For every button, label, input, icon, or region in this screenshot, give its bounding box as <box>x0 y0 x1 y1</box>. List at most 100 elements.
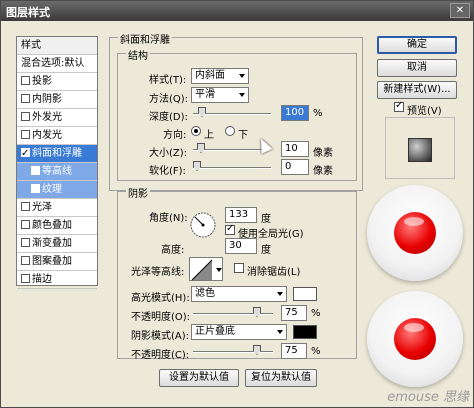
direction-up-radio[interactable] <box>191 126 201 136</box>
chevron-down-icon <box>239 74 245 78</box>
style-list-checkbox[interactable] <box>31 184 40 193</box>
style-list-checkbox[interactable] <box>21 238 30 247</box>
soften-unit: 像素 <box>313 166 333 177</box>
angle-unit: 度 <box>261 214 271 225</box>
layer-style-dialog: 图层样式 ✕ 样式 混合选项:默认投影内阴影外发光内发光斜面和浮雕等高线纹理光泽… <box>0 0 474 408</box>
shadow-color-swatch[interactable] <box>293 325 317 339</box>
style-list-item-label: 纹理 <box>42 184 62 195</box>
record-button-image-1 <box>367 185 463 281</box>
highlight-mode-label: 高光模式(H): <box>131 293 190 304</box>
style-list-item[interactable]: 颜色叠加 <box>17 217 97 235</box>
highlight-opacity-input[interactable]: 75 <box>281 305 307 321</box>
size-unit: 像素 <box>313 148 333 159</box>
style-list-item[interactable]: 图案叠加 <box>17 253 97 271</box>
style-list-checkbox[interactable] <box>21 202 30 211</box>
style-list-item[interactable]: 纹理 <box>17 181 97 199</box>
record-button-image-2 <box>367 291 463 387</box>
soften-input[interactable]: 0 <box>281 159 309 175</box>
close-icon[interactable]: ✕ <box>450 3 470 18</box>
shadow-opacity-label: 不透明度(C): <box>131 350 190 361</box>
direction-down-label: 下 <box>238 130 248 141</box>
style-list-item[interactable]: 斜面和浮雕 <box>17 145 97 163</box>
style-list-checkbox[interactable] <box>21 130 30 139</box>
altitude-unit: 度 <box>261 245 271 256</box>
reset-default-button[interactable]: 复位为默认值 <box>245 369 317 387</box>
record-dot <box>394 318 436 360</box>
anti-aliased-checkbox[interactable] <box>234 263 244 273</box>
style-list-item-label: 外发光 <box>32 112 62 123</box>
highlight-color-swatch[interactable] <box>293 287 317 301</box>
style-list-item[interactable]: 渐变叠加 <box>17 235 97 253</box>
style-list-checkbox[interactable] <box>21 220 30 229</box>
style-list-item-label: 渐变叠加 <box>32 238 72 249</box>
style-list-item[interactable]: 描边 <box>17 271 97 289</box>
altitude-input[interactable]: 30 <box>225 238 257 254</box>
depth-unit: % <box>313 108 323 119</box>
angle-input[interactable]: 133 <box>225 207 257 223</box>
style-list-item-label: 等高线 <box>42 166 72 177</box>
style-list-item-label: 混合选项:默认 <box>21 58 85 69</box>
style-label: 样式(T): <box>149 75 187 86</box>
highlight-opacity-unit: % <box>311 308 321 319</box>
style-list-item[interactable]: 投影 <box>17 73 97 91</box>
style-list-checkbox[interactable] <box>21 256 30 265</box>
contour-curve-icon <box>191 259 222 281</box>
shadow-mode-select[interactable]: 正片叠底 <box>191 324 287 340</box>
style-list-item[interactable]: 内阴影 <box>17 91 97 109</box>
style-list-item-label: 斜面和浮雕 <box>32 148 82 159</box>
style-preview <box>385 117 455 179</box>
style-list-checkbox[interactable] <box>21 274 30 283</box>
shadow-opacity-track[interactable] <box>193 351 273 353</box>
record-dot <box>394 212 436 254</box>
size-label: 大小(Z): <box>149 148 188 159</box>
highlight-mode-select[interactable]: 滤色 <box>191 286 287 302</box>
style-list-item-label: 内发光 <box>32 130 62 141</box>
gloss-contour-select[interactable] <box>189 257 223 281</box>
style-list-checkbox[interactable] <box>31 166 40 175</box>
direction-up-label: 上 <box>204 130 214 141</box>
shadow-opacity-input[interactable]: 75 <box>281 343 307 359</box>
style-list-checkbox[interactable] <box>21 94 30 103</box>
depth-input[interactable]: 100 <box>281 105 309 121</box>
style-list-item[interactable]: 内发光 <box>17 127 97 145</box>
style-list-item[interactable]: 光泽 <box>17 199 97 217</box>
chevron-down-icon <box>277 292 283 296</box>
direction-label: 方向: <box>163 130 187 141</box>
style-list-item[interactable]: 外发光 <box>17 109 97 127</box>
chevron-down-icon <box>277 330 283 334</box>
soften-slider-track[interactable] <box>193 167 271 169</box>
style-select[interactable]: 内斜面 <box>191 68 249 84</box>
shadow-mode-label: 阴影模式(A): <box>131 331 190 342</box>
style-list-item[interactable]: 混合选项:默认 <box>17 55 97 73</box>
shading-title: 阴影 <box>126 185 150 200</box>
method-select[interactable]: 平滑 <box>191 87 249 103</box>
cancel-button[interactable]: 取消 <box>377 59 457 77</box>
new-style-button[interactable]: 新建样式(W)... <box>377 81 457 99</box>
make-default-button[interactable]: 设置为默认值 <box>159 369 239 387</box>
highlight-opacity-label: 不透明度(O): <box>131 312 191 323</box>
style-list-item-label: 描边 <box>32 274 52 285</box>
style-list-header[interactable]: 样式 <box>17 37 97 55</box>
style-list-checkbox[interactable] <box>21 112 30 121</box>
style-list-item[interactable]: 等高线 <box>17 163 97 181</box>
shadow-opacity-unit: % <box>311 346 321 357</box>
style-list-item-label: 内阴影 <box>32 94 62 105</box>
ok-button[interactable]: 确定 <box>377 36 457 54</box>
style-list-item-label: 颜色叠加 <box>32 220 72 231</box>
style-list-checkbox[interactable] <box>21 145 30 162</box>
preview-thumbnail <box>408 138 432 162</box>
altitude-label: 高度: <box>161 245 185 256</box>
global-light-checkbox[interactable] <box>225 223 235 235</box>
direction-down-radio[interactable] <box>225 126 235 136</box>
preview-checkbox[interactable] <box>394 100 404 112</box>
method-select-value: 平滑 <box>195 89 215 100</box>
highlight-opacity-track[interactable] <box>193 313 273 315</box>
preview-label: 预览(V) <box>407 106 442 117</box>
style-list-checkbox[interactable] <box>21 76 30 85</box>
chevron-down-icon <box>239 93 245 97</box>
style-list-item-label: 投影 <box>32 76 52 87</box>
method-label: 方法(Q): <box>149 94 189 105</box>
angle-dial-icon[interactable] <box>189 211 217 239</box>
angle-label: 角度(N): <box>149 213 188 224</box>
size-input[interactable]: 10 <box>281 141 309 157</box>
